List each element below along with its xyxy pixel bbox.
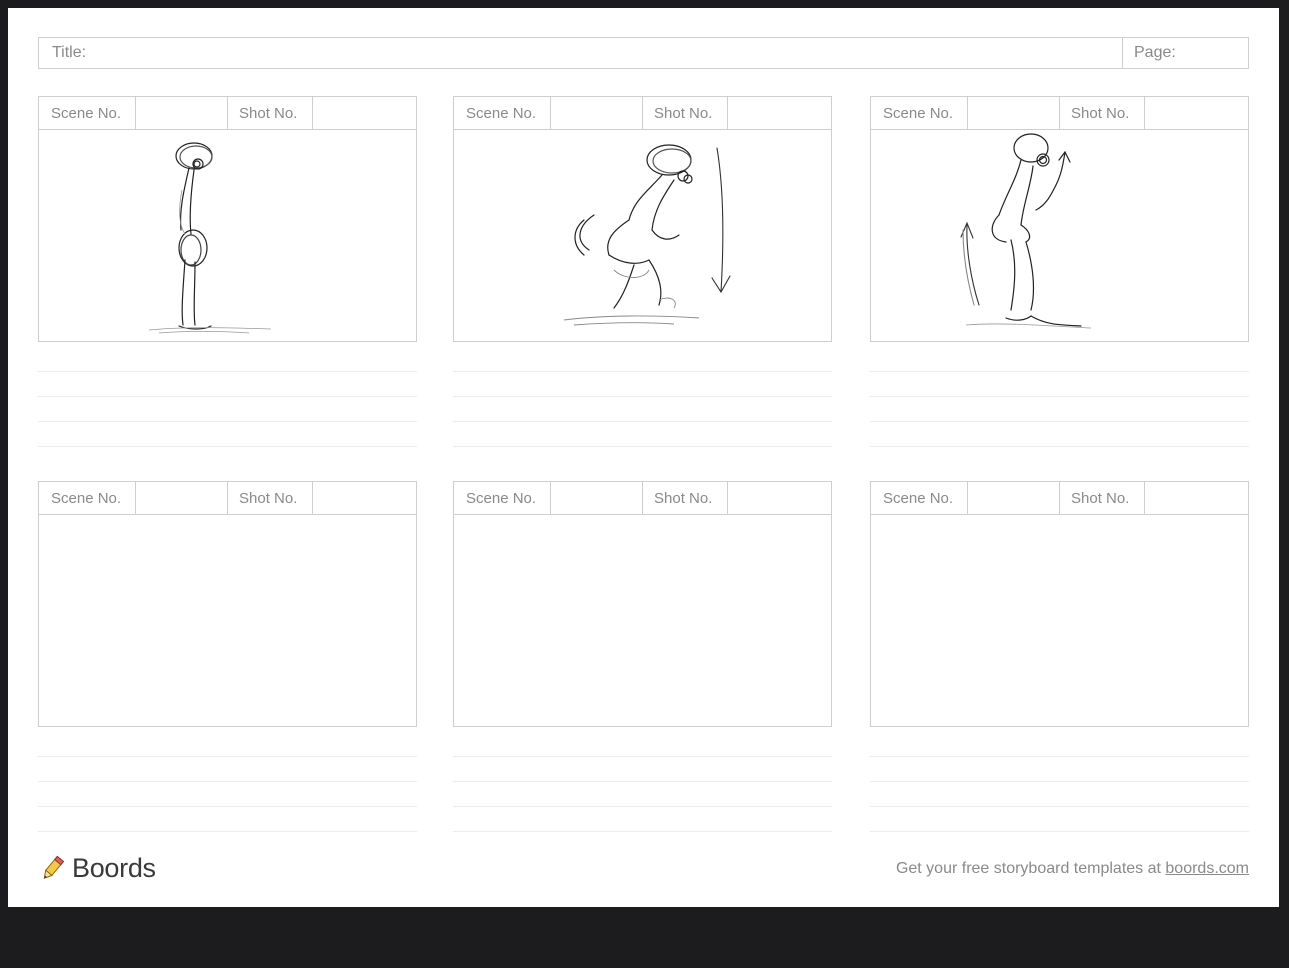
frame-header: Scene No. Shot No. xyxy=(39,97,416,130)
storyboard-frame-6: Scene No. Shot No. xyxy=(870,481,1249,727)
shot-label: Shot No. xyxy=(228,482,313,514)
scene-label: Scene No. xyxy=(454,97,551,129)
page-field[interactable]: Page: xyxy=(1122,38,1248,68)
scene-number-field[interactable] xyxy=(136,97,228,129)
frame-canvas[interactable] xyxy=(871,515,1248,725)
shot-label: Shot No. xyxy=(643,97,728,129)
shot-number-field[interactable] xyxy=(728,482,831,514)
storyboard-sheet: Title: Page: Scene No. Shot No. Scene No… xyxy=(8,8,1279,907)
scene-number-field[interactable] xyxy=(551,97,643,129)
scene-number-field[interactable] xyxy=(551,482,643,514)
storyboard-frame-3: Scene No. Shot No. xyxy=(870,96,1249,342)
shot-number-field[interactable] xyxy=(728,97,831,129)
title-field[interactable]: Title: xyxy=(39,38,1122,68)
scene-label: Scene No. xyxy=(39,97,136,129)
title-label: Title: xyxy=(52,44,87,61)
shot-number-field[interactable] xyxy=(1145,482,1248,514)
frame-header: Scene No. Shot No. xyxy=(871,97,1248,130)
shot-number-field[interactable] xyxy=(313,97,416,129)
shot-label: Shot No. xyxy=(228,97,313,129)
frame-canvas xyxy=(454,130,831,340)
promo-label: Get your free storyboard templates at xyxy=(895,860,1166,877)
scene-number-field[interactable] xyxy=(136,482,228,514)
scene-label: Scene No. xyxy=(39,482,136,514)
frame-header: Scene No. Shot No. xyxy=(39,482,416,515)
storyboard-frame-5: Scene No. Shot No. xyxy=(453,481,832,727)
boords-link[interactable]: boords.com xyxy=(1165,860,1249,877)
frame-header: Scene No. Shot No. xyxy=(871,482,1248,515)
frame-header: Scene No. Shot No. xyxy=(454,482,831,515)
crouching-figure-sketch xyxy=(563,144,731,326)
frame-canvas xyxy=(39,130,416,340)
scene-label: Scene No. xyxy=(871,482,968,514)
promo-text: Get your free storyboard templates at bo… xyxy=(896,860,1249,878)
rising-figure-sketch xyxy=(960,133,1092,329)
storyboard-frame-2: Scene No. Shot No. xyxy=(453,96,832,342)
frame-canvas[interactable] xyxy=(39,515,416,725)
storyboard-frame-4: Scene No. Shot No. xyxy=(38,481,417,727)
shot-label: Shot No. xyxy=(1060,97,1145,129)
scene-label: Scene No. xyxy=(454,482,551,514)
standing-figure-sketch xyxy=(148,142,272,334)
scene-number-field[interactable] xyxy=(968,97,1060,129)
shot-label: Shot No. xyxy=(1060,482,1145,514)
frame-header: Scene No. Shot No. xyxy=(454,97,831,130)
shot-number-field[interactable] xyxy=(1145,97,1248,129)
storyboard-frame-1: Scene No. Shot No. xyxy=(38,96,417,342)
title-bar: Title: Page: xyxy=(38,37,1249,69)
scene-label: Scene No. xyxy=(871,97,968,129)
pencil-logo-icon xyxy=(43,855,65,879)
brand-logo: Boords xyxy=(38,853,156,884)
shot-number-field[interactable] xyxy=(313,482,416,514)
brand-name: Boords xyxy=(72,853,156,883)
scene-number-field[interactable] xyxy=(968,482,1060,514)
page-label: Page: xyxy=(1134,44,1176,61)
frame-canvas[interactable] xyxy=(454,515,831,725)
frame-canvas xyxy=(871,130,1248,340)
shot-label: Shot No. xyxy=(643,482,728,514)
